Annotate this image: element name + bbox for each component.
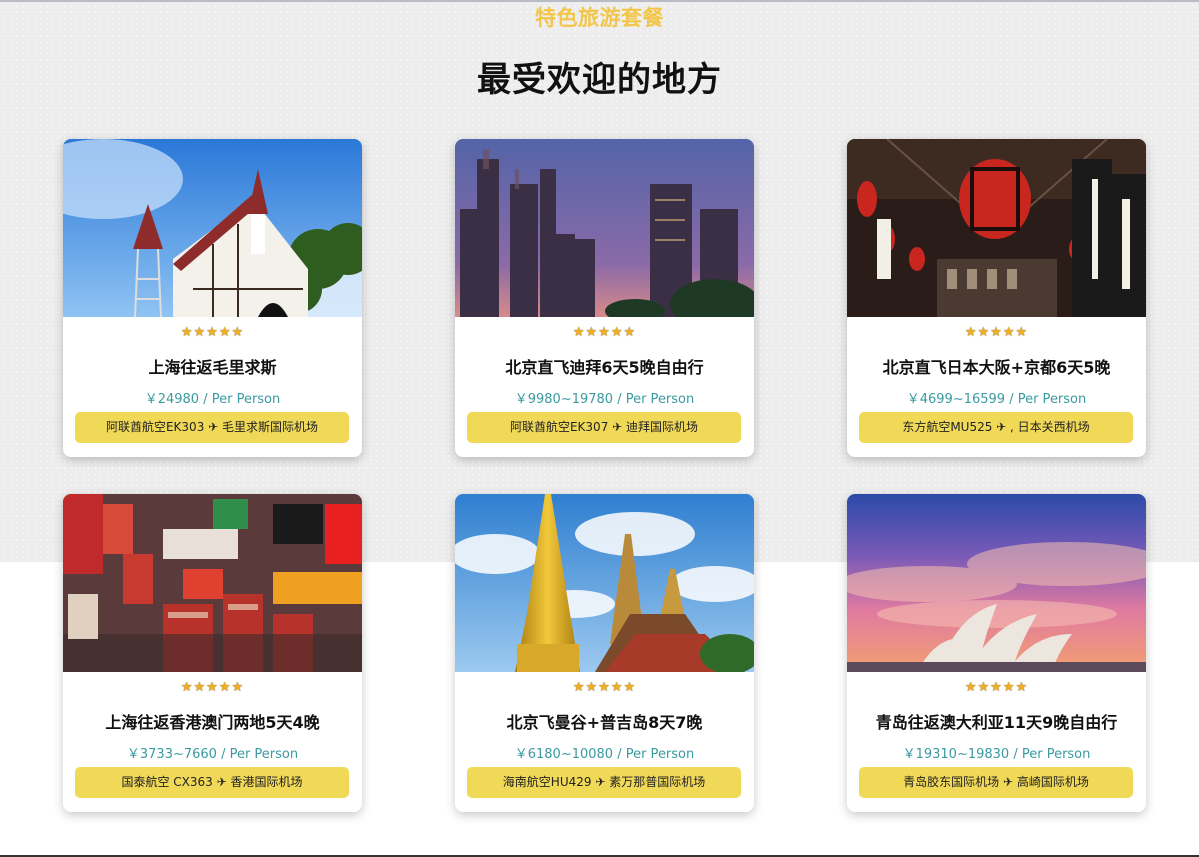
flight-info-button[interactable]: 海南航空HU429 ✈ 素万那普国际机场 [467, 767, 741, 798]
section-eyebrow: 特色旅游套餐 [535, 6, 664, 30]
package-title[interactable]: 北京直飞迪拜6天5晚自由行 [455, 354, 754, 378]
flight-info-button[interactable]: 阿联酋航空EK307 ✈ 迪拜国际机场 [467, 412, 741, 443]
dubai-skyline-photo[interactable] [455, 139, 754, 317]
bangkok-golden-temple-photo[interactable] [455, 494, 754, 672]
page: 特色旅游套餐 最受欢迎的地方 ★★★★★ 上海往返毛里求斯 ￥24980 / P… [0, 0, 1199, 857]
flight-info-button[interactable]: 青岛胶东国际机场 ✈ 高崎国际机场 [859, 767, 1133, 798]
flight-info-button[interactable]: 阿联酋航空EK303 ✈ 毛里求斯国际机场 [75, 412, 349, 443]
star-rating: ★★★★★ [180, 325, 245, 340]
section-headline: 最受欢迎的地方 [477, 60, 722, 100]
package-price: ￥24980 / Per Person [144, 392, 281, 407]
hongkong-street-signs-photo[interactable] [63, 494, 362, 672]
package-title[interactable]: 上海往返香港澳门两地5天4晚 [63, 709, 362, 733]
package-title[interactable]: 北京飞曼谷+普吉岛8天7晚 [455, 709, 754, 733]
package-card[interactable]: ★★★★★ 北京直飞迪拜6天5晚自由行 ￥9980~19780 / Per Pe… [455, 139, 754, 457]
package-title[interactable]: 青岛往返澳大利亚11天9晚自由行 [847, 709, 1146, 733]
star-rating: ★★★★★ [964, 680, 1029, 695]
mauritius-church-photo[interactable] [63, 139, 362, 317]
package-price: ￥6180~10080 / Per Person [514, 747, 695, 762]
package-title[interactable]: 北京直飞日本大阪+京都6天5晚 [847, 354, 1146, 378]
star-rating: ★★★★★ [572, 680, 637, 695]
package-price: ￥4699~16599 / Per Person [906, 392, 1087, 407]
flight-info-button[interactable]: 东方航空MU525 ✈ , 日本关西机场 [859, 412, 1133, 443]
star-rating: ★★★★★ [964, 325, 1029, 340]
package-price: ￥19310~19830 / Per Person [902, 747, 1091, 762]
package-card[interactable]: ★★★★★ 上海往返毛里求斯 ￥24980 / Per Person 阿联酋航空… [63, 139, 362, 457]
package-price: ￥3733~7660 / Per Person [126, 747, 299, 762]
flight-info-button[interactable]: 国泰航空 CX363 ✈ 香港国际机场 [75, 767, 349, 798]
package-card[interactable]: ★★★★★ 北京飞曼谷+普吉岛8天7晚 ￥6180~10080 / Per Pe… [455, 494, 754, 812]
package-price: ￥9980~19780 / Per Person [514, 392, 695, 407]
package-card[interactable]: ★★★★★ 上海往返香港澳门两地5天4晚 ￥3733~7660 / Per Pe… [63, 494, 362, 812]
package-card[interactable]: ★★★★★ 北京直飞日本大阪+京都6天5晚 ￥4699~16599 / Per … [847, 139, 1146, 457]
package-title[interactable]: 上海往返毛里求斯 [63, 354, 362, 378]
star-rating: ★★★★★ [180, 680, 245, 695]
star-rating: ★★★★★ [572, 325, 637, 340]
sydney-opera-house-sunset-photo[interactable] [847, 494, 1146, 672]
package-card[interactable]: ★★★★★ 青岛往返澳大利亚11天9晚自由行 ￥19310~19830 / Pe… [847, 494, 1146, 812]
osaka-street-lanterns-photo[interactable] [847, 139, 1146, 317]
